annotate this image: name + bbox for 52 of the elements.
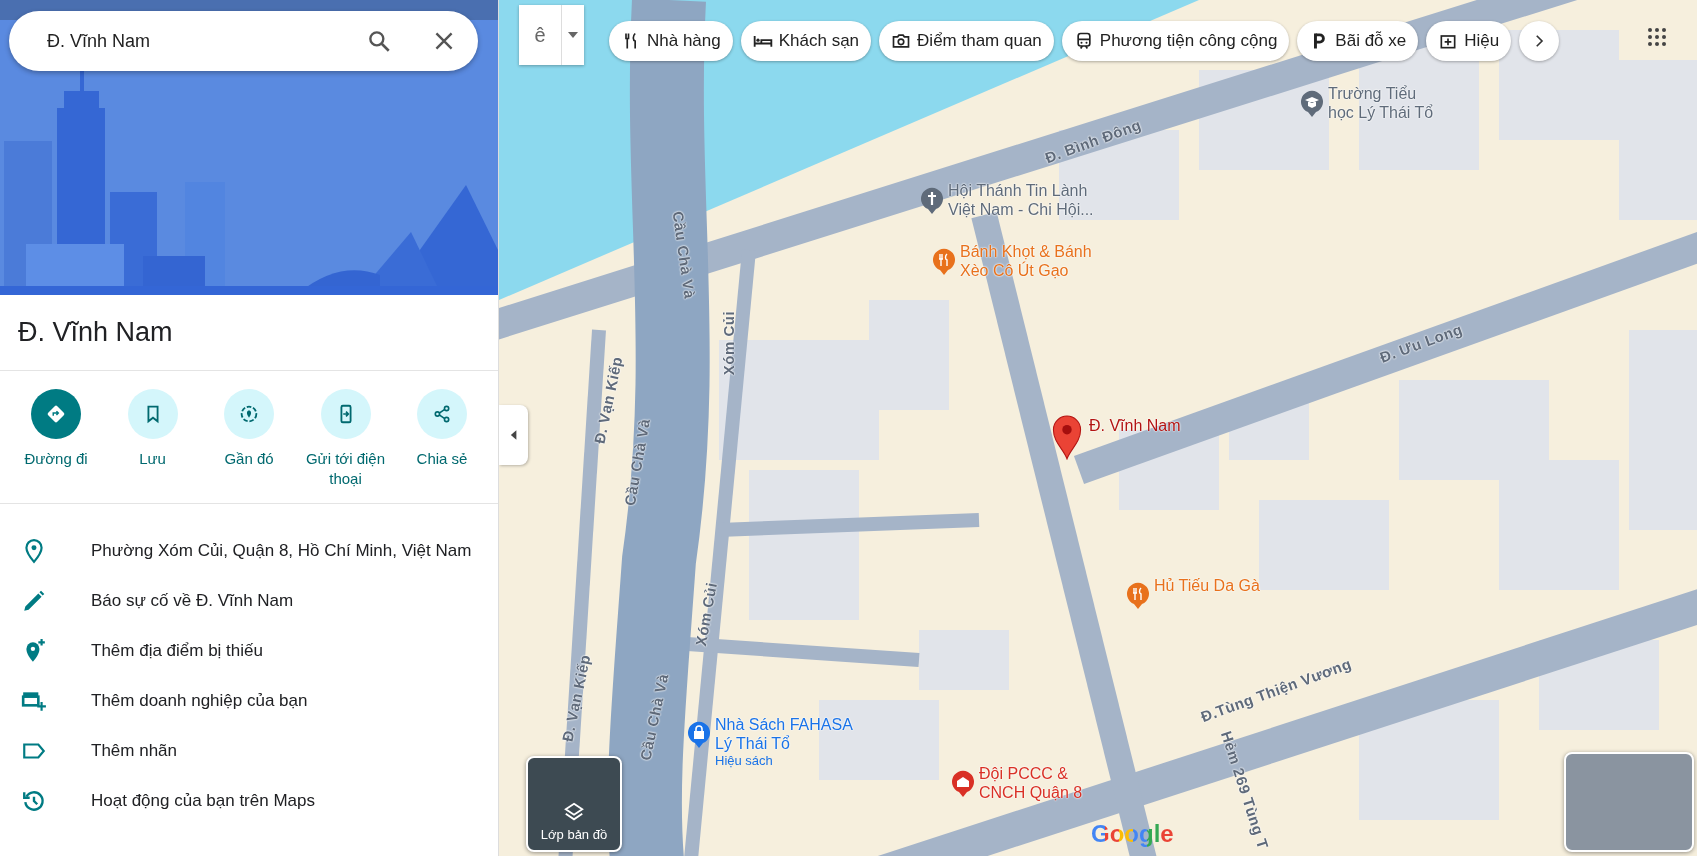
road-label: Đ. Bình Đông [1042, 115, 1144, 167]
action-button[interactable]: Gần đó [205, 389, 293, 489]
history-icon [21, 788, 47, 814]
place-title: Đ. Vĩnh Nam [0, 295, 498, 371]
map-pin-icon[interactable] [1051, 414, 1083, 460]
info-item[interactable]: Thêm nhãn [91, 741, 177, 761]
road-label: Cầu Chà Và [636, 672, 672, 762]
building-icon[interactable] [951, 770, 975, 798]
graduation-cap-icon[interactable] [1300, 90, 1324, 118]
category-chip[interactable]: Hiệu [1426, 21, 1512, 61]
street-view-thumbnail[interactable] [1564, 752, 1694, 852]
fork-knife-icon[interactable] [1126, 582, 1150, 610]
place-label[interactable]: Đội PCCC & CNCH Quận 8 [979, 764, 1083, 802]
place-category: Hiệu sách [715, 753, 774, 768]
caret-left-icon [509, 429, 518, 441]
cross-icon[interactable] [920, 187, 944, 215]
action-button[interactable]: Gửi tới điện thoại [301, 389, 390, 489]
fork-knife-icon[interactable] [932, 248, 956, 276]
category-chip[interactable]: Điểm tham quan [879, 21, 1054, 61]
place-label[interactable]: Hội Thánh Tin Lành Việt Nam - Chi Hội... [948, 181, 1094, 219]
road-label: Cầu Chà Và [669, 210, 699, 300]
pencil-icon [21, 588, 47, 614]
road-label: Hẻm 269 Tùng T [1217, 728, 1273, 852]
category-chip[interactable]: Nhà hàng [609, 21, 733, 61]
apps-grid-icon[interactable] [1647, 27, 1667, 47]
camera-icon [891, 31, 912, 51]
map-type-control[interactable]: ê [519, 5, 584, 65]
road-label: Xóm Củi [692, 580, 720, 648]
action-button[interactable]: Chia sẻ [398, 389, 486, 489]
search-icon[interactable] [366, 28, 392, 54]
caret-icon[interactable] [568, 32, 578, 38]
action-button[interactable]: Lưu [108, 389, 197, 489]
road-label: Đ. Ưu Long [1377, 320, 1465, 366]
search-field[interactable]: Đ. Vĩnh Nam [9, 11, 478, 71]
info-item[interactable]: Hoạt động của bạn trên Maps [91, 791, 315, 811]
info-item[interactable]: Báo sự cố về Đ. Vĩnh Nam [91, 591, 294, 611]
map-type-label[interactable]: ê [519, 5, 562, 65]
pin-label: Đ. Vĩnh Nam [1089, 417, 1181, 435]
road-label: Đ.Tùng Thiện Vương [1198, 654, 1354, 726]
category-chip[interactable]: Bãi đỗ xe [1297, 21, 1419, 61]
category-chip[interactable]: Phương tiện công cộng [1061, 21, 1290, 61]
info-item[interactable]: Thêm địa điểm bị thiếu [91, 641, 263, 661]
road-label: Đ. Vạn Kiếp [558, 652, 594, 744]
place-label[interactable]: Nhà Sách FAHASA Lý Thái Tổ [715, 715, 853, 753]
info-item[interactable]: Thêm doanh nghiệp của bạn [91, 691, 308, 711]
info-item[interactable]: Phường Xóm Củi, Quận 8, Hồ Chí Minh, Việt Nam [91, 541, 472, 561]
category-chip[interactable]: Khách sạn [740, 21, 872, 61]
layers-button[interactable]: Lớp bản đồ [526, 756, 622, 852]
action-button[interactable]: Đường đi [12, 389, 100, 489]
layers-icon [563, 801, 585, 823]
place-label[interactable]: Trường Tiểu học Lý Thái Tổ [1328, 84, 1434, 122]
road-label: Xóm Củi [719, 310, 737, 376]
